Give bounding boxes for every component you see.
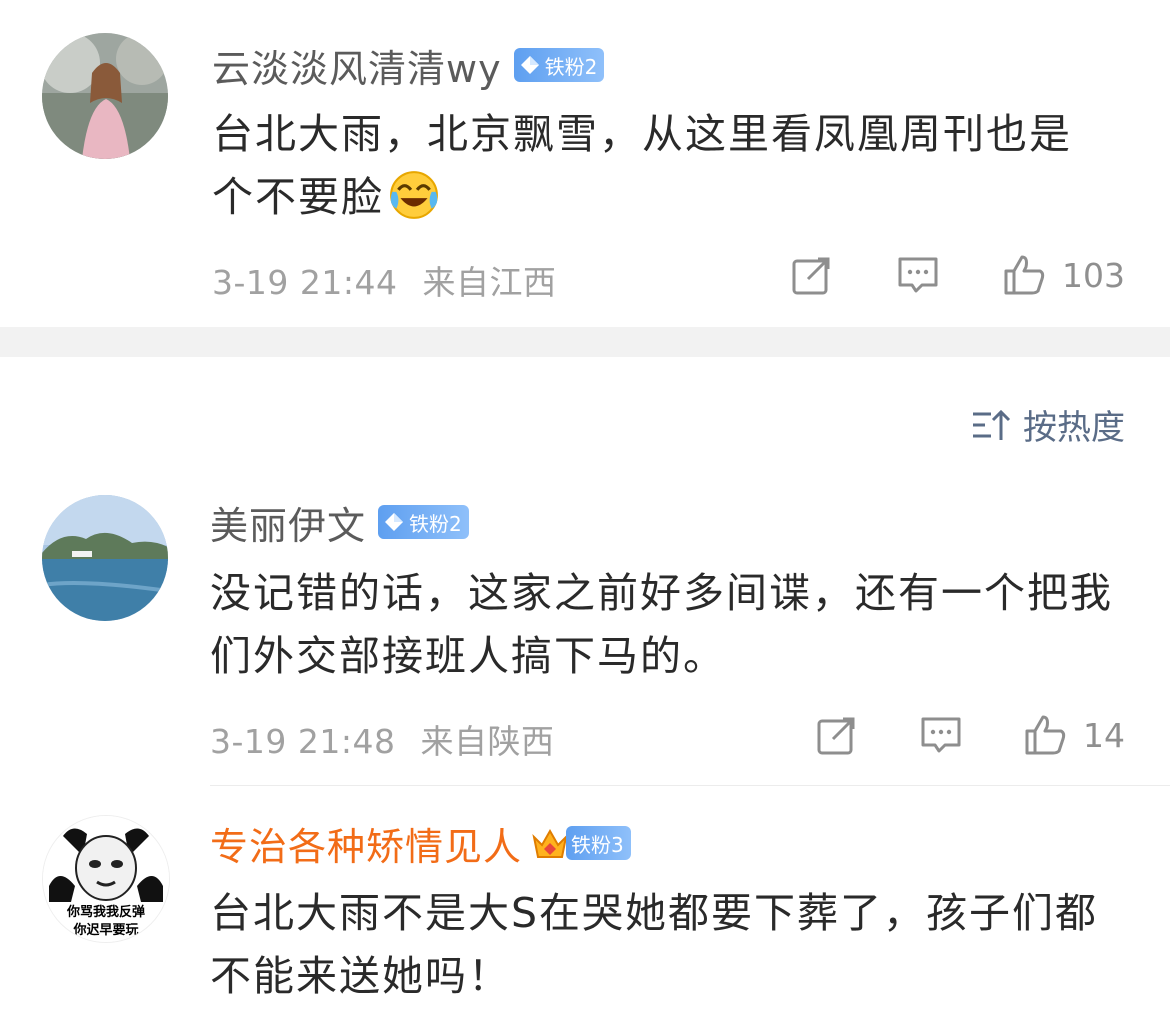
crown-icon (532, 828, 568, 858)
badge-label: 铁粉3 (571, 832, 624, 857)
username[interactable]: 美丽伊文 (210, 495, 366, 550)
sort-label: 按热度 (1023, 408, 1125, 448)
badge-label: 铁粉2 (409, 511, 462, 536)
comment-text[interactable]: 台北大雨不是大S在哭她都要下葬了，孩子们都不能来送她吗！ (210, 882, 1130, 1008)
diamond-icon (520, 56, 539, 74)
comment-location: 来自陕西 (420, 722, 555, 761)
like-icon[interactable] (1002, 253, 1046, 297)
username[interactable]: 云淡淡风清清wy (212, 38, 502, 93)
avatar-caption-1: 你骂我我反弹 (66, 904, 145, 920)
laugh-cry-emoji (390, 171, 438, 219)
badge-label: 铁粉2 (544, 54, 598, 79)
fan-badge[interactable]: 铁粉2 (513, 48, 605, 82)
username[interactable]: 专治各种矫情见人 (210, 816, 522, 871)
avatar[interactable] (42, 495, 168, 621)
comment-icon[interactable] (896, 253, 940, 297)
comment-date: 3-19 21:44 (212, 263, 398, 302)
like-count: 14 (1083, 715, 1125, 755)
sort-icon (973, 409, 1011, 440)
comment-divider (210, 785, 1170, 786)
avatar[interactable]: 你骂我我反弹 你迟早要玩 (42, 815, 170, 943)
repost-icon[interactable] (815, 713, 859, 757)
section-divider (0, 327, 1170, 357)
comment-text[interactable]: 没记错的话，这家之前好多间谍，还有一个把我们外交部接班人搞下马的。 (210, 562, 1130, 688)
diamond-icon (385, 513, 404, 531)
like-icon[interactable] (1023, 713, 1067, 757)
avatar-caption-2: 你迟早要玩 (72, 922, 138, 938)
repost-icon[interactable] (790, 253, 834, 297)
fan-badge[interactable]: 铁粉2 (378, 505, 469, 539)
comment-text[interactable]: 台北大雨，北京飘雪，从这里看凤凰周刊也是个不要脸 (212, 103, 1102, 229)
comment-location: 来自江西 (422, 263, 557, 302)
comment-icon[interactable] (919, 713, 963, 757)
comment-date: 3-19 21:48 (210, 722, 396, 761)
avatar[interactable] (42, 33, 168, 159)
fan-badge[interactable]: 铁粉3 (566, 826, 631, 860)
like-count: 103 (1062, 255, 1125, 295)
sort-toggle[interactable]: 按热度 (971, 400, 1125, 449)
